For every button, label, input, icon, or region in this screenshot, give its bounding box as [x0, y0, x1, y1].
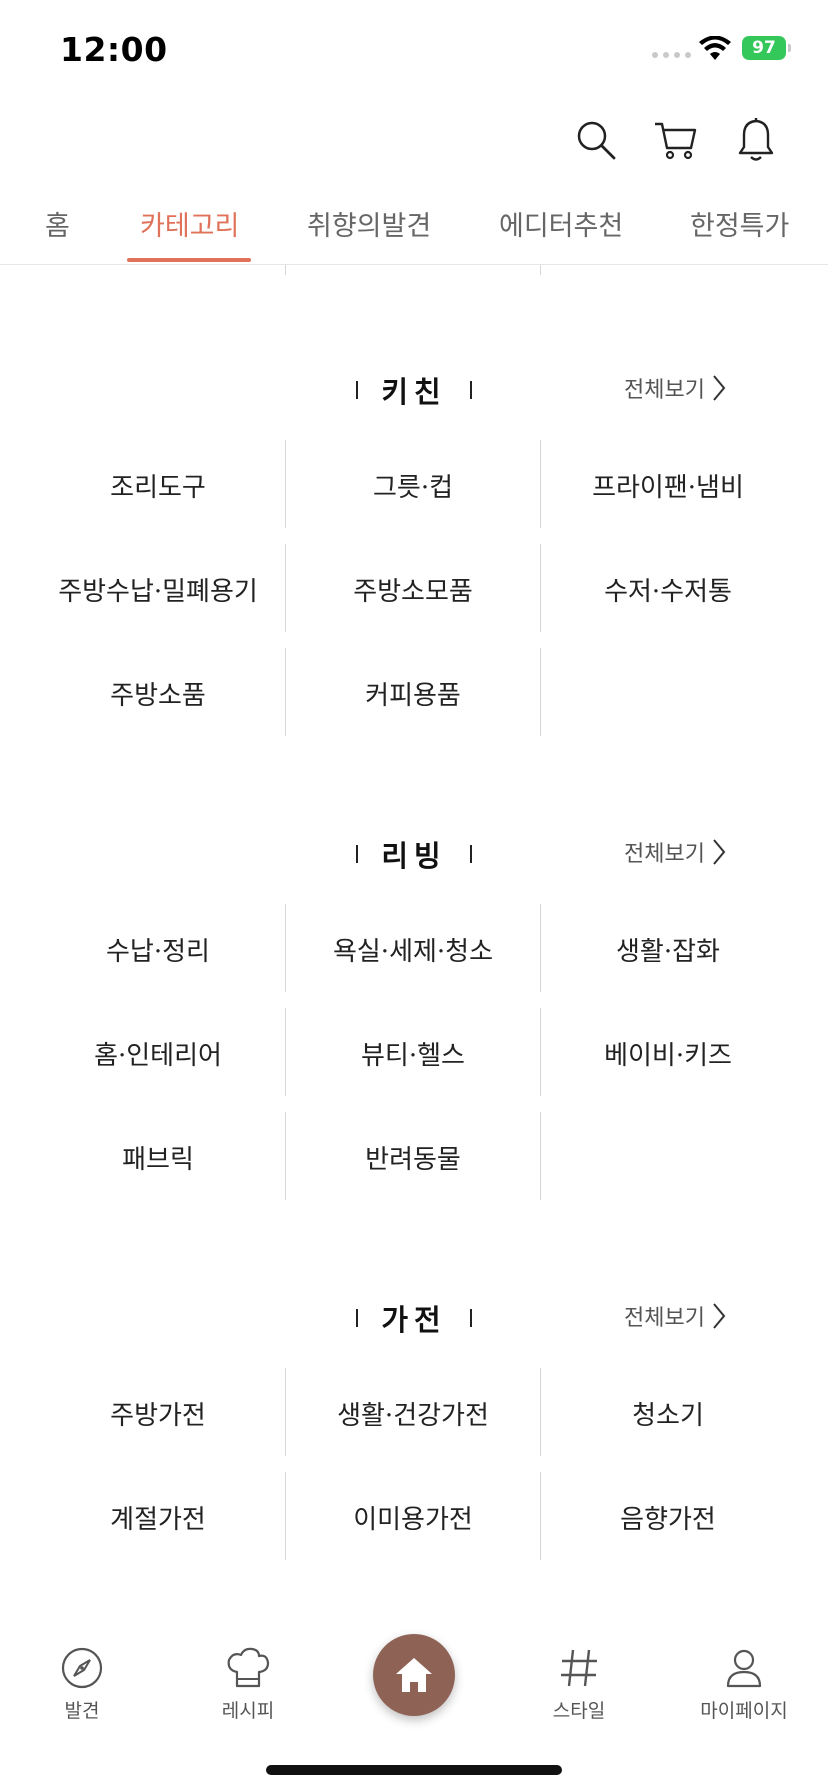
- chevron-right-icon: [713, 375, 726, 401]
- divider: [540, 544, 541, 632]
- person-icon: [726, 1649, 762, 1688]
- title-bar-left: [356, 845, 358, 863]
- title-bar-right: [470, 381, 472, 399]
- nav-home-button[interactable]: [373, 1634, 455, 1716]
- category-item[interactable]: 수저·수저통: [542, 544, 794, 634]
- title-bar-right: [470, 1309, 472, 1327]
- divider: [285, 904, 286, 992]
- tab-limited-sale[interactable]: 한정특가: [690, 204, 789, 243]
- category-item[interactable]: 조리도구: [32, 440, 284, 530]
- view-all-label: 전체보기: [624, 378, 705, 403]
- category-item[interactable]: 프라이팬·냄비: [542, 440, 794, 530]
- category-item[interactable]: 욕실·세제·청소: [287, 904, 539, 994]
- view-all-label: 전체보기: [624, 1306, 705, 1331]
- divider: [540, 1008, 541, 1096]
- category-item[interactable]: 커피용품: [287, 648, 539, 738]
- section-kitchen-grid: 조리도구 그릇·컵 프라이팬·냄비 주방수납·밀폐용기 주방소모품 수저·수저통…: [0, 440, 828, 740]
- divider: [285, 1472, 286, 1560]
- home-indicator: [266, 1765, 562, 1775]
- section-title-kitchen: 키친: [381, 375, 447, 409]
- divider: [540, 1472, 541, 1560]
- section-kitchen-header: 키친 전체보기: [0, 370, 828, 410]
- nav-discover-label: 발견: [64, 1700, 100, 1722]
- battery-icon: 97: [742, 36, 786, 60]
- tab-editor-pick[interactable]: 에디터추천: [499, 204, 623, 243]
- bell-icon[interactable]: [732, 116, 780, 164]
- nav-discover[interactable]: 발견: [22, 1646, 142, 1723]
- tab-taste-discovery[interactable]: 취향의발견: [307, 204, 431, 243]
- view-all-living-button[interactable]: 전체보기: [624, 836, 727, 868]
- divider: [285, 440, 286, 528]
- category-item[interactable]: 베이비·키즈: [542, 1008, 794, 1098]
- category-item[interactable]: 이미용가전: [287, 1472, 539, 1562]
- title-bar-right: [470, 845, 472, 863]
- signal-icon: [652, 52, 691, 58]
- nav-mypage-label: 마이페이지: [700, 1700, 788, 1722]
- category-item[interactable]: 생활·잡화: [542, 904, 794, 994]
- category-item[interactable]: 뷰티·헬스: [287, 1008, 539, 1098]
- divider: [285, 648, 286, 736]
- category-item[interactable]: 주방소모품: [287, 544, 539, 634]
- category-item[interactable]: 수납·정리: [32, 904, 284, 994]
- category-item[interactable]: 주방수납·밀폐용기: [32, 544, 284, 634]
- category-item[interactable]: 홈·인테리어: [32, 1008, 284, 1098]
- category-item[interactable]: 생활·건강가전: [287, 1368, 539, 1458]
- category-item[interactable]: 청소기: [542, 1368, 794, 1458]
- category-item[interactable]: 패브릭: [32, 1112, 284, 1202]
- divider: [540, 440, 541, 528]
- divider: [285, 1112, 286, 1200]
- section-appliance-grid: 주방가전 생활·건강가전 청소기 계절가전 이미용가전 음향가전: [0, 1368, 828, 1568]
- category-item[interactable]: 음향가전: [542, 1472, 794, 1562]
- home-icon: [396, 1658, 432, 1692]
- tab-category[interactable]: 카테고리: [140, 204, 239, 243]
- category-item[interactable]: 계절가전: [32, 1472, 284, 1562]
- category-item[interactable]: 반려동물: [287, 1112, 539, 1202]
- battery-level: 97: [752, 38, 776, 58]
- cart-icon[interactable]: [652, 116, 700, 164]
- section-appliance-header: 가전 전체보기: [0, 1298, 828, 1338]
- battery-cap: [788, 44, 791, 52]
- header-actions: [0, 116, 828, 176]
- chevron-right-icon: [713, 839, 726, 865]
- status-bar: 12:00 97: [0, 0, 828, 100]
- hashtag-icon: [561, 1649, 597, 1687]
- status-time: 12:00: [60, 30, 168, 69]
- title-bar-left: [356, 381, 358, 399]
- category-item[interactable]: 그릇·컵: [287, 440, 539, 530]
- divider: [540, 904, 541, 992]
- section-living-grid: 수납·정리 욕실·세제·청소 생활·잡화 홈·인테리어 뷰티·헬스 베이비·키즈…: [0, 904, 828, 1204]
- wifi-icon: [698, 35, 732, 66]
- title-bar-left: [356, 1309, 358, 1327]
- bottom-navigation: 발견 레시피 스타일 마이페이지: [0, 1610, 828, 1730]
- section-title-appliance: 가전: [381, 1303, 447, 1337]
- view-all-appliance-button[interactable]: 전체보기: [624, 1300, 727, 1332]
- section-living-header: 리빙 전체보기: [0, 834, 828, 874]
- divider: [540, 1112, 541, 1200]
- divider: [540, 1368, 541, 1456]
- view-all-kitchen-button[interactable]: 전체보기: [624, 372, 727, 404]
- divider: [540, 265, 541, 275]
- chevron-right-icon: [713, 1303, 726, 1329]
- divider: [285, 265, 286, 275]
- nav-style-label: 스타일: [552, 1700, 606, 1722]
- nav-mypage[interactable]: 마이페이지: [684, 1646, 804, 1723]
- compass-icon: [61, 1647, 103, 1689]
- nav-style[interactable]: 스타일: [519, 1646, 639, 1723]
- chef-hat-icon: [227, 1647, 270, 1688]
- tab-home[interactable]: 홈: [45, 204, 70, 243]
- divider: [540, 648, 541, 736]
- view-all-label: 전체보기: [624, 842, 705, 867]
- nav-recipe-label: 레시피: [221, 1700, 275, 1722]
- category-tabs: 홈 카테고리 취향의발견 에디터추천 한정특가: [0, 186, 828, 265]
- divider: [285, 544, 286, 632]
- section-title-living: 리빙: [381, 839, 447, 873]
- category-item[interactable]: 주방소품: [32, 648, 284, 738]
- search-icon[interactable]: [572, 116, 620, 164]
- active-tab-indicator: [127, 258, 251, 262]
- category-item[interactable]: 주방가전: [32, 1368, 284, 1458]
- nav-recipe[interactable]: 레시피: [188, 1646, 308, 1723]
- divider: [285, 1008, 286, 1096]
- divider: [285, 1368, 286, 1456]
